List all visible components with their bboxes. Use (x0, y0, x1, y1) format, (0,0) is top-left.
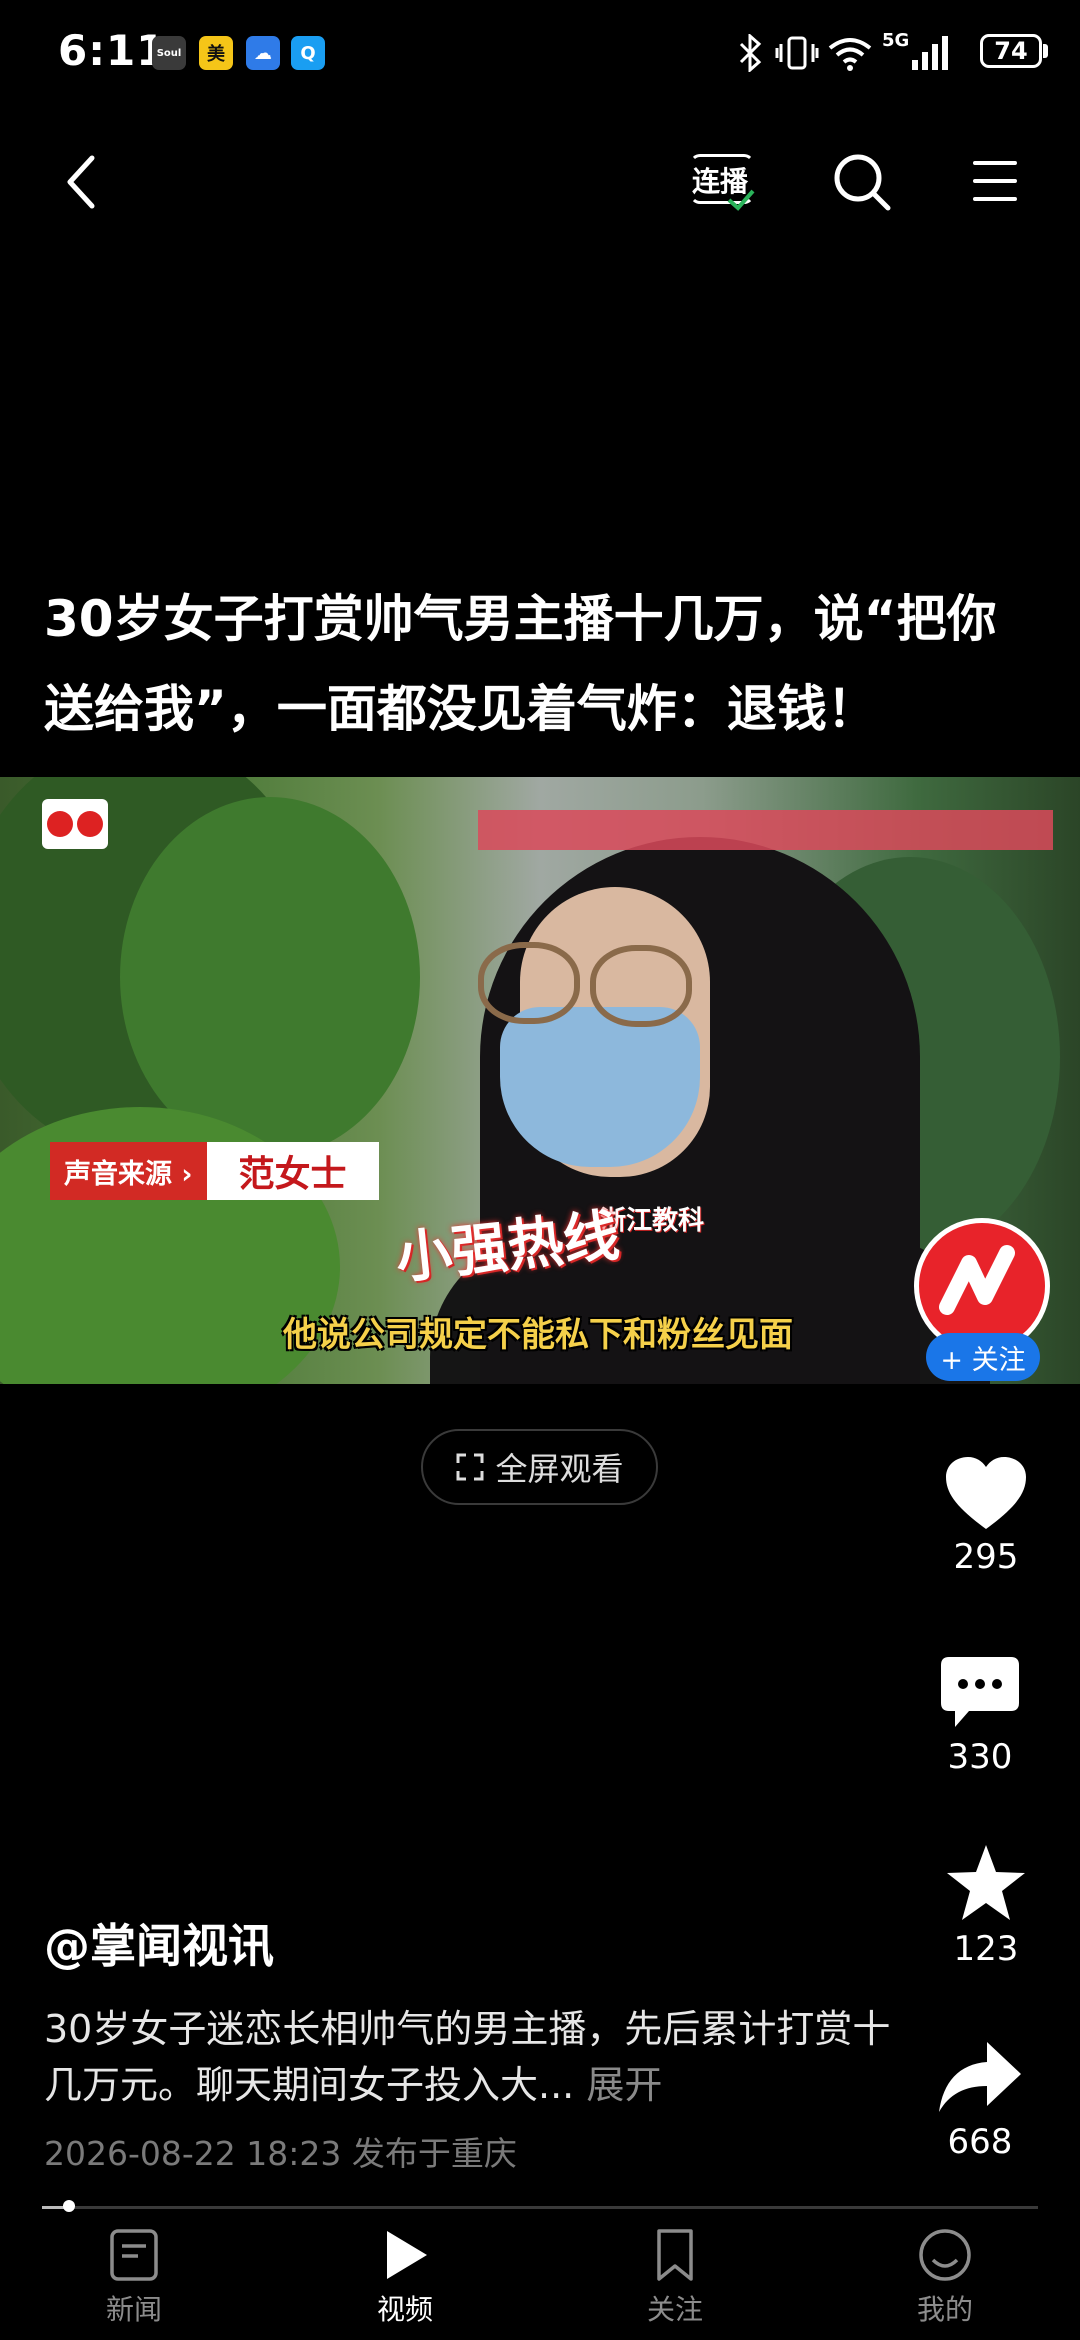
star-icon (947, 1845, 1025, 1920)
like-button[interactable]: 295 (936, 1455, 1036, 1577)
video-banner-bar (478, 810, 1053, 850)
nav-item-video[interactable]: 视频 (335, 2228, 475, 2328)
fullscreen-button[interactable]: 全屏观看 (421, 1429, 658, 1505)
signal-icon (912, 36, 948, 70)
comment-icon (941, 1657, 1019, 1727)
status-time: 6:11 (58, 26, 167, 75)
favorite-button[interactable]: 123 (936, 1843, 1036, 1969)
wifi-icon (828, 38, 872, 71)
continuous-play-toggle[interactable]: 连播 (686, 150, 762, 216)
person-glasses-left (478, 942, 580, 1024)
nav-item-news[interactable]: 新闻 (64, 2228, 204, 2328)
back-icon[interactable] (62, 152, 102, 212)
source-name: 范女士 (206, 1142, 379, 1200)
network-type: 5G (882, 30, 910, 51)
comment-button[interactable]: 330 (930, 1655, 1030, 1777)
article-title: 30岁女子打赏帅气男主播十几万，说“把你送给我”，一面都没见着气炸：退钱！ (44, 590, 997, 738)
video-description[interactable]: 30岁女子迷恋长相帅气的男主播，先后累计打赏十几万元。聊天期间女子投入大... … (44, 2001, 904, 2113)
publisher-logo-icon (939, 1245, 1015, 1315)
expand-link[interactable]: 展开 (586, 2063, 662, 2107)
weather-app-icon: ☁ (246, 36, 280, 70)
progress-track[interactable] (42, 2206, 1038, 2209)
share-icon (939, 2042, 1021, 2112)
nav-item-follow[interactable]: 关注 (605, 2228, 745, 2328)
battery-cap (1043, 44, 1048, 58)
bluetooth-icon (739, 34, 762, 72)
nav-label-video: 视频 (376, 2293, 433, 2326)
progress-handle[interactable] (62, 2200, 75, 2212)
play-icon (387, 2231, 427, 2279)
search-icon[interactable] (832, 152, 892, 212)
fullscreen-icon (456, 1453, 484, 1481)
battery-indicator: 74 (980, 34, 1042, 68)
source-label: 声音来源 › (50, 1142, 207, 1200)
favorite-count: 123 (953, 1929, 1019, 1969)
meituan-app-icon: 美 (199, 36, 233, 70)
menu-icon[interactable] (972, 158, 1018, 204)
bookmark-icon (657, 2229, 693, 2281)
video-tree-mid (120, 797, 420, 1157)
share-button[interactable]: 668 (930, 2040, 1030, 2162)
search-app-icon: Q (291, 36, 325, 70)
person-glasses-right (590, 945, 692, 1027)
news-icon (110, 2229, 158, 2281)
person-mask (500, 1007, 700, 1167)
check-icon (727, 189, 755, 211)
follow-button[interactable]: + 关注 (926, 1333, 1040, 1381)
description-text: 30岁女子迷恋长相帅气的男主播，先后累计打赏十几万元。聊天期间女子投入大... (44, 2007, 891, 2107)
profile-icon (919, 2229, 971, 2281)
author-name[interactable]: @掌闻视讯 (44, 1910, 274, 1976)
nav-label-news: 新闻 (105, 2293, 162, 2326)
like-count: 295 (953, 1537, 1019, 1577)
nav-label-follow: 关注 (646, 2293, 703, 2326)
fullscreen-label: 全屏观看 (495, 1450, 624, 1488)
vibrate-icon (775, 36, 819, 70)
comment-count: 330 (947, 1737, 1013, 1777)
nav-label-mine: 我的 (916, 2293, 973, 2326)
station-logo-icon (42, 799, 108, 849)
source-tag: 声音来源 › 范女士 (50, 1142, 379, 1200)
soul-app-icon: Soul (152, 36, 186, 70)
video-subtitle: 他说公司规定不能私下和粉丝见面 (283, 1315, 793, 1355)
publish-meta: 2026-08-22 18:23 发布于重庆 (44, 2134, 517, 2173)
heart-icon (946, 1457, 1026, 1529)
nav-item-mine[interactable]: 我的 (875, 2228, 1015, 2328)
share-count: 668 (947, 2122, 1013, 2162)
